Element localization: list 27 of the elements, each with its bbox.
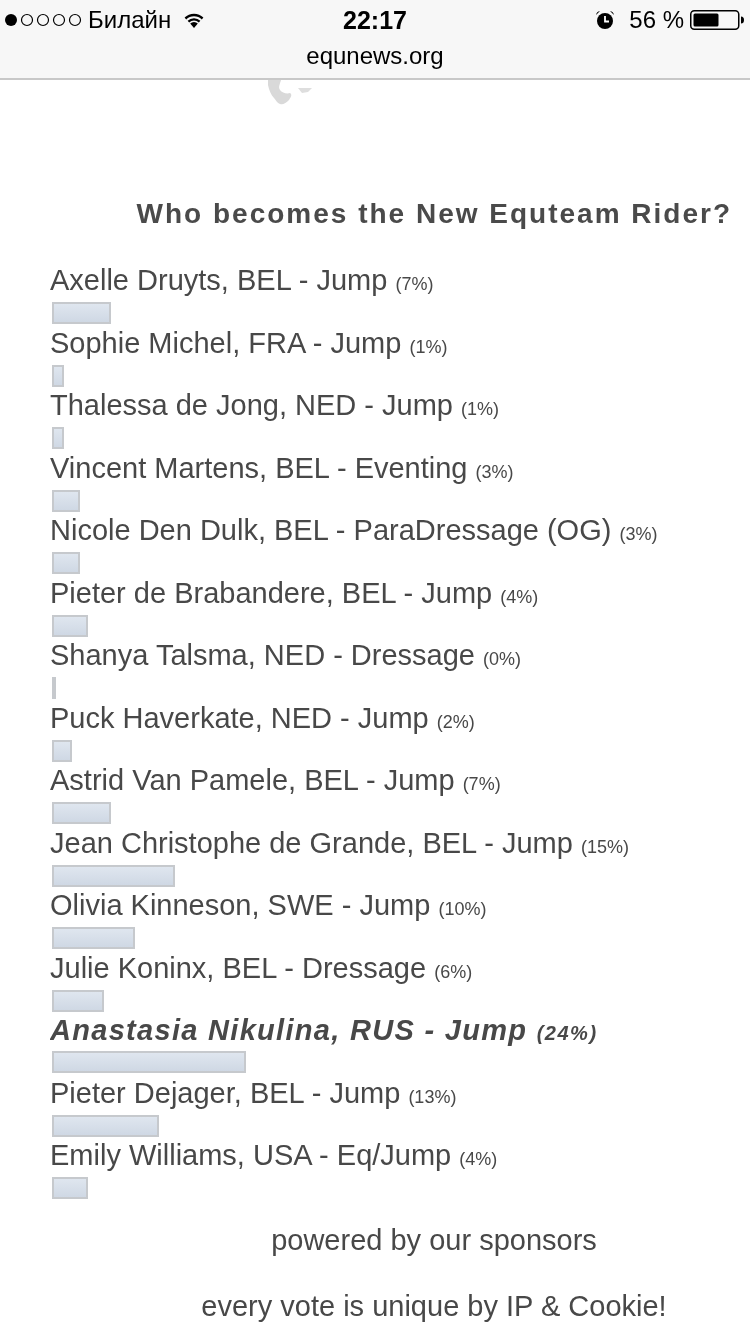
battery-icon	[690, 10, 744, 30]
clock-time: 22:17	[342, 5, 408, 35]
answer-label: Pieter de Brabandere, BEL - Jump (4%)	[50, 575, 539, 611]
cropped-picture	[268, 80, 312, 106]
answer-label: Sophie Michel, FRA - Jump (1%)	[50, 325, 448, 361]
address-url[interactable]: equnews.org	[306, 42, 444, 70]
voted-answer-label: Anastasia Nikulina, RUS - Jump (24%)	[50, 1013, 598, 1048]
answer-label: Jean Christophe de Grande, BEL - Jump (15%)	[50, 825, 629, 861]
answer-label: Julie Koninx, BEL - Dressage (6%)	[50, 950, 473, 986]
carrier-name: Билайн	[88, 6, 172, 34]
answer-label: Astrid Van Pamele, BEL - Jump (7%)	[50, 763, 501, 798]
answer-label: Emily Williams, USA - Eq/Jump (4%)	[50, 1138, 498, 1173]
answer-label: Nicole Den Dulk, BEL - ParaDressage (OG) (3%)	[50, 513, 658, 548]
footer-note: every vote is unique by IP & Cookie!	[201, 1288, 667, 1324]
answer-label: Puck Haverkate, NED - Jump (2%)	[50, 700, 475, 736]
poll-question: Who becomes the New Equteam Rider?	[135, 197, 733, 231]
alarm-clock-icon	[595, 10, 616, 30]
battery-percentage: 56 %	[629, 6, 684, 34]
answer-label: Olivia Kinneson, SWE - Jump (10%)	[50, 888, 487, 923]
signal-icon	[4, 13, 82, 27]
answer-label: Thalessa de Jong, NED - Jump (1%)	[50, 388, 500, 423]
answer-label: Shanya Talsma, NED - Dressage (0%)	[50, 638, 522, 673]
answer-label: Pieter Dejager, BEL - Jump (13%)	[50, 1075, 457, 1111]
wifi-icon	[183, 12, 206, 28]
answer-label: Vincent Martens, BEL - Eventing (3%)	[50, 450, 514, 486]
answer-label: Axelle Druyts, BEL - Jump (7%)	[50, 263, 434, 298]
footer-note: powered by our sponsors	[271, 1222, 597, 1258]
